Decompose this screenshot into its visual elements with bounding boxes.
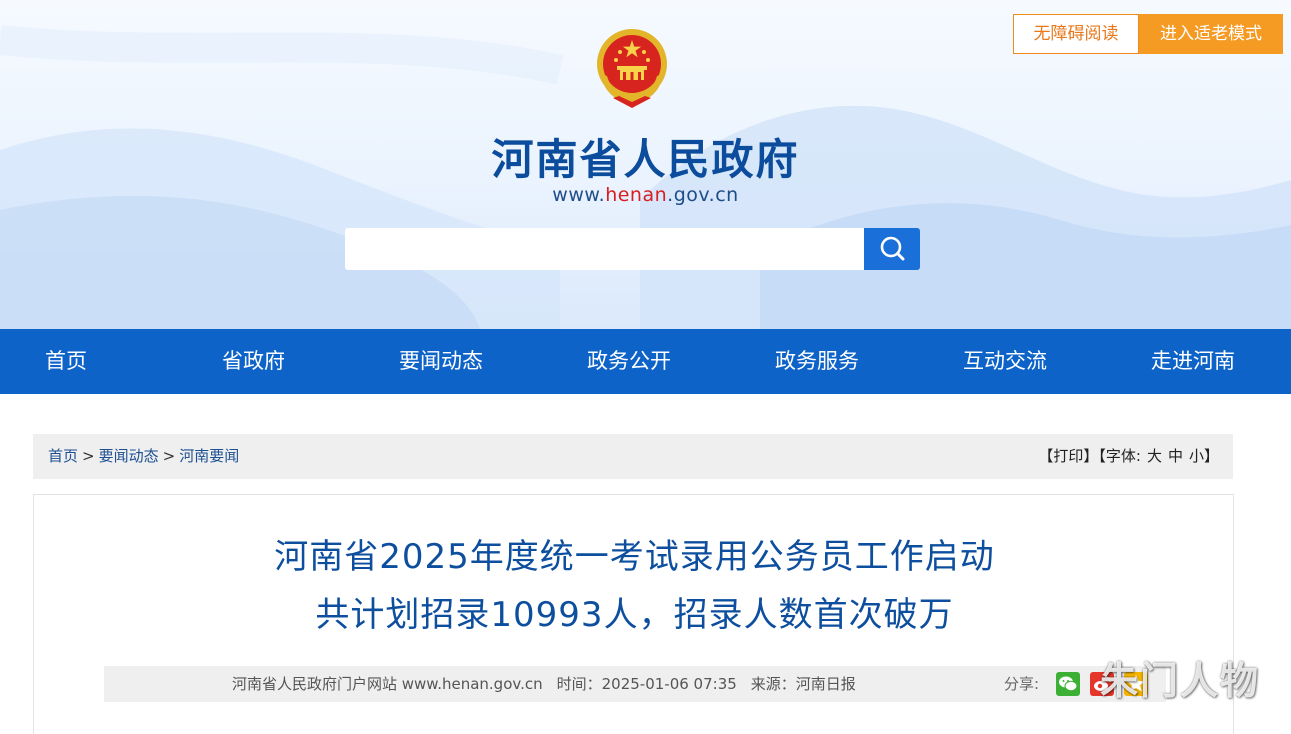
search-input[interactable]: [345, 228, 865, 270]
article-meta-info: 河南省人民政府门户网站 www.henan.gov.cn 时间：2025-01-0…: [232, 666, 870, 702]
search-icon: [880, 236, 905, 261]
nav-item-government-services[interactable]: 政务服务: [775, 329, 859, 394]
nav-item-interaction[interactable]: 互动交流: [963, 329, 1047, 394]
breadcrumb-home[interactable]: 首页: [48, 447, 78, 465]
site-title: 河南省人民政府: [491, 135, 800, 184]
share-label: 分享:: [1004, 675, 1040, 693]
main-nav: 首页 省政府 要闻动态 政务公开 政务服务 互动交流 走进河南: [0, 329, 1291, 394]
breadcrumb-news[interactable]: 要闻动态: [99, 447, 159, 465]
nav-item-home[interactable]: 首页: [45, 329, 87, 394]
national-emblem-icon: [597, 29, 667, 108]
site-header: 无障碍阅读 进入适老模式 河南省人民政府 www.henan.gov.cn: [0, 0, 1291, 329]
breadcrumb-bar: 首页 > 要闻动态 > 河南要闻 【打印】【字体: 大中小】: [33, 434, 1233, 479]
site-url-prefix: www.: [552, 184, 606, 206]
nav-item-provincial-government[interactable]: 省政府: [222, 329, 285, 394]
breadcrumb-henan-news[interactable]: 河南要闻: [179, 447, 239, 465]
font-medium-button[interactable]: 中: [1168, 447, 1183, 465]
article-source: 来源：河南日报: [750, 675, 856, 693]
wechat-share-button[interactable]: [1056, 672, 1080, 696]
font-size-close: 】: [1203, 447, 1219, 465]
article-headline-line2: 共计划招录10993人，招录人数首次破万: [315, 595, 954, 635]
wechat-icon: [1059, 676, 1078, 692]
font-size-label: 【字体:: [1098, 447, 1141, 465]
article-publisher: 河南省人民政府门户网站 www.henan.gov.cn: [232, 675, 543, 693]
article-time: 时间：2025-01-06 07:35: [556, 675, 737, 693]
nav-item-about-henan[interactable]: 走进河南: [1151, 329, 1235, 394]
barrier-free-reading-button[interactable]: 无障碍阅读: [1013, 14, 1139, 54]
article-tools: 【打印】【字体: 大中小】: [1038, 434, 1219, 479]
watermark-text: 朱门人物: [1100, 659, 1261, 703]
font-large-button[interactable]: 大: [1147, 447, 1162, 465]
breadcrumb-separator: >: [162, 447, 176, 465]
site-url: www.henan.gov.cn: [0, 184, 1291, 206]
font-small-button[interactable]: 小: [1189, 447, 1204, 465]
article-headline-line1: 河南省2025年度统一考试录用公务员工作启动: [274, 537, 995, 577]
site-url-highlight: henan: [605, 184, 668, 206]
search-button[interactable]: [864, 228, 920, 270]
article-container: 河南省2025年度统一考试录用公务员工作启动 共计划招录10993人，招录人数首…: [33, 494, 1234, 734]
breadcrumb-separator: >: [82, 447, 95, 465]
print-button[interactable]: 【打印】: [1038, 447, 1098, 465]
article-meta-bar: 河南省人民政府门户网站 www.henan.gov.cn 时间：2025-01-0…: [104, 666, 1166, 702]
nav-item-government-affairs[interactable]: 政务公开: [587, 329, 671, 394]
breadcrumb: 首页 > 要闻动态 > 河南要闻: [48, 434, 239, 479]
elder-mode-button[interactable]: 进入适老模式: [1139, 14, 1283, 54]
nav-item-news[interactable]: 要闻动态: [399, 329, 483, 394]
site-url-suffix: .gov.cn: [667, 184, 739, 206]
